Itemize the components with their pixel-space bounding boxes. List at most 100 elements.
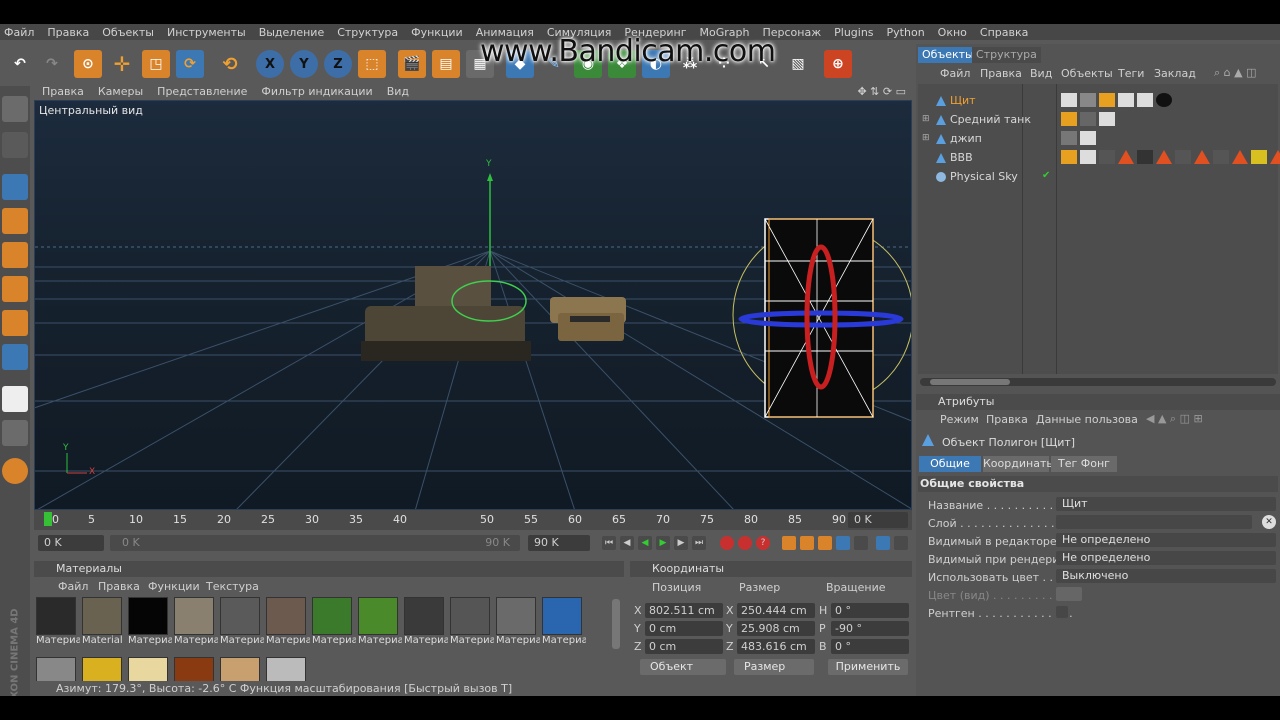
object-item-sky[interactable]: Physical Sky: [936, 170, 1018, 183]
viewport-menu-filter[interactable]: Фильтр индикации: [261, 85, 372, 98]
texture-tag-icon[interactable]: [1080, 93, 1096, 107]
menu-functions[interactable]: Функции: [411, 26, 463, 39]
object-item-tank[interactable]: Средний танк: [936, 113, 1031, 126]
world-coords-icon[interactable]: ⬚: [358, 50, 386, 78]
playhead[interactable]: [44, 512, 52, 526]
menu-plugins[interactable]: Plugins: [834, 26, 873, 39]
goto-start-icon[interactable]: ⏮: [602, 536, 616, 550]
size-y-field[interactable]: 25.908 cm: [737, 621, 815, 636]
keyframe-selection-icon[interactable]: ?: [756, 536, 770, 550]
scene-icon[interactable]: ▧: [784, 50, 812, 78]
material-item[interactable]: Материа: [36, 597, 80, 646]
rot-p-field[interactable]: -90 °: [831, 621, 909, 636]
materials-menu-file[interactable]: Файл: [58, 580, 88, 593]
move-icon[interactable]: ✛: [108, 50, 136, 78]
menu-file[interactable]: Файл: [4, 26, 34, 39]
size-x-field[interactable]: 250.444 cm: [737, 603, 815, 618]
display-color-swatch[interactable]: [1056, 587, 1082, 601]
uv-mode-icon[interactable]: [2, 344, 28, 370]
rot-h-field[interactable]: 0 °: [831, 603, 909, 618]
viewport-3d[interactable]: Центральный вид Y Y X: [34, 100, 912, 510]
auto-key-icon[interactable]: [738, 536, 752, 550]
texture-tag-icon[interactable]: [1080, 131, 1096, 145]
attr-nav-icons[interactable]: ◀ ▲ ⌕ ◫ ⊞: [1146, 412, 1203, 426]
texture-mode-icon[interactable]: [2, 386, 28, 412]
obj-menu-bookmarks[interactable]: Заклад: [1154, 67, 1196, 80]
menu-selection[interactable]: Выделение: [259, 26, 325, 39]
attr-tab-basic[interactable]: Общие: [919, 456, 981, 472]
snap-icon[interactable]: [2, 420, 28, 446]
coord-mode-dropdown[interactable]: Объект: [640, 659, 726, 675]
object-list-scrollbar[interactable]: [920, 378, 1276, 386]
check-icon[interactable]: ✔: [1042, 170, 1050, 181]
key-position-icon[interactable]: [782, 536, 796, 550]
material-item[interactable]: Материа: [174, 597, 218, 646]
material-item[interactable]: Материа: [220, 597, 264, 646]
obj-menu-file[interactable]: Файл: [940, 67, 970, 80]
texture-tag-icon[interactable]: [1213, 150, 1229, 164]
tab-objects[interactable]: Объекты: [918, 47, 978, 63]
object-item-vvv[interactable]: ВВВ: [936, 151, 973, 164]
visible-render-dropdown[interactable]: Не определено: [1056, 551, 1276, 565]
render-picture-viewer-icon[interactable]: ▤: [432, 50, 460, 78]
material-item[interactable]: Материа: [404, 597, 448, 646]
selection-tag-icon[interactable]: [1118, 150, 1134, 164]
texture-tag-icon[interactable]: [1251, 150, 1267, 164]
phong-tag-icon[interactable]: [1099, 93, 1115, 107]
materials-menu-edit[interactable]: Правка: [98, 580, 140, 593]
material-item[interactable]: Материа: [312, 597, 356, 646]
texture-tag-icon[interactable]: [1099, 150, 1115, 164]
goto-end-icon[interactable]: ⏭: [692, 536, 706, 550]
range-slider[interactable]: 0 K 90 K: [110, 535, 520, 551]
texture-tag-icon[interactable]: [1175, 150, 1191, 164]
texture-tag-icon[interactable]: [1061, 131, 1077, 145]
material-item[interactable]: [220, 657, 260, 681]
material-item[interactable]: Материа: [128, 597, 172, 646]
menu-edit[interactable]: Правка: [47, 26, 89, 39]
attr-menu-userdata[interactable]: Данные пользова: [1036, 413, 1138, 426]
texture-tag-icon[interactable]: [1137, 150, 1153, 164]
material-item[interactable]: [266, 657, 306, 681]
prev-key-icon[interactable]: ◀: [620, 536, 634, 550]
texture-tag-icon[interactable]: [1080, 150, 1096, 164]
start-frame-field[interactable]: 0 K: [38, 535, 104, 551]
key-param-icon[interactable]: [836, 536, 850, 550]
material-item[interactable]: [82, 657, 122, 681]
menu-window[interactable]: Окно: [938, 26, 967, 39]
record-icon[interactable]: [720, 536, 734, 550]
materials-menu-functions[interactable]: Функции: [148, 580, 200, 593]
timeline-ruler[interactable]: 0 5 10 15 20 25 30 35 40 45 50 55 60 65 …: [34, 510, 912, 530]
phong-tag-icon[interactable]: [1061, 112, 1077, 126]
key-pla-icon[interactable]: [854, 536, 868, 550]
play-back-icon[interactable]: ◀: [638, 536, 652, 550]
object-item-shield[interactable]: Щит: [936, 94, 976, 107]
pos-y-field[interactable]: 0 cm: [645, 621, 723, 636]
y-axis-lock[interactable]: Y: [290, 50, 318, 78]
python-icon[interactable]: ⊕: [824, 50, 852, 78]
material-item[interactable]: Материа: [266, 597, 310, 646]
size-z-field[interactable]: 483.616 cm: [737, 639, 815, 654]
undo-icon[interactable]: ↶: [6, 50, 34, 78]
redo-icon[interactable]: ↷: [38, 50, 66, 78]
use-color-dropdown[interactable]: Выключено: [1056, 569, 1276, 583]
layer-field[interactable]: [1056, 515, 1252, 529]
selection-tag-icon[interactable]: [1194, 150, 1210, 164]
key-scale-icon[interactable]: [800, 536, 814, 550]
menu-help[interactable]: Справка: [980, 26, 1028, 39]
materials-scrollbar[interactable]: [612, 599, 620, 649]
phong-tag-icon[interactable]: [1061, 150, 1077, 164]
layout-icon[interactable]: [2, 96, 28, 122]
object-item-jeep[interactable]: джип: [936, 132, 982, 145]
viewport-nav-icons[interactable]: ✥ ⇅ ⟳ ▭: [857, 85, 906, 98]
viewport-menu-cameras[interactable]: Камеры: [98, 85, 143, 98]
play-icon[interactable]: ▶: [656, 536, 670, 550]
apply-button[interactable]: Применить: [828, 659, 908, 675]
workplane-icon[interactable]: [2, 458, 28, 484]
model-mode-icon[interactable]: [2, 132, 28, 158]
menu-structure[interactable]: Структура: [337, 26, 398, 39]
attr-tab-coords[interactable]: Координаты: [983, 456, 1055, 472]
object-mode-icon[interactable]: [2, 174, 28, 200]
next-key-icon[interactable]: ▶: [674, 536, 688, 550]
material-item[interactable]: Материа: [450, 597, 494, 646]
render-view-icon[interactable]: 🎬: [398, 50, 426, 78]
